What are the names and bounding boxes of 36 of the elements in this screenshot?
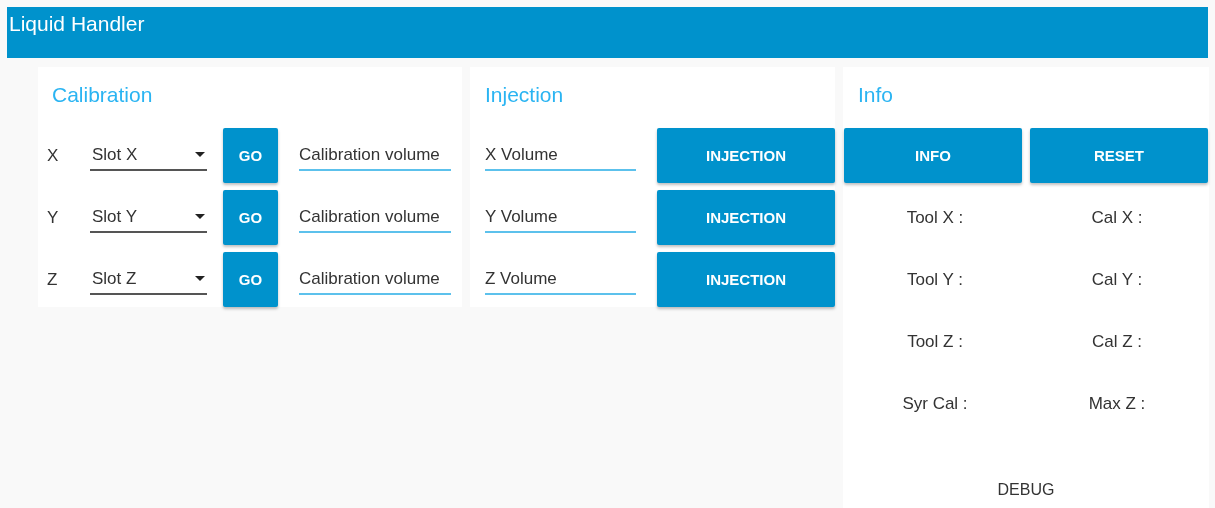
go-button[interactable]: GO — [223, 252, 278, 307]
window-title: Liquid Handler — [9, 12, 145, 35]
value-label: Syr Cal : — [902, 394, 968, 414]
slot-dropdown[interactable]: Slot Z — [90, 264, 207, 295]
volume-field[interactable]: Z Volume — [485, 264, 636, 295]
axis-label: Z — [47, 269, 59, 290]
volume-field[interactable]: Calibration volume — [299, 264, 451, 295]
injection-button[interactable]: INJECTION — [657, 190, 835, 245]
info-button[interactable]: INFO — [844, 128, 1022, 183]
go-button[interactable]: GO — [223, 128, 278, 183]
value-label: Tool Y : — [906, 270, 964, 290]
debug-button[interactable]: DEBUG — [989, 479, 1063, 501]
axis-label: Y — [47, 207, 60, 228]
volume-field[interactable]: Calibration volume — [299, 140, 451, 171]
volume-field[interactable]: X Volume — [485, 140, 636, 171]
injection-button[interactable]: INJECTION — [657, 128, 835, 183]
section-title: Calibration — [52, 82, 153, 108]
caret-icon — [195, 214, 205, 219]
slot-dropdown[interactable]: Slot X — [90, 140, 207, 171]
volume-field[interactable]: Y Volume — [485, 202, 636, 233]
value-label: Tool X : — [906, 208, 964, 228]
value-label: Cal Y : — [1091, 270, 1143, 290]
value-label: Cal Z : — [1091, 332, 1143, 352]
value-label: Tool Z : — [907, 332, 963, 352]
caret-icon — [195, 276, 205, 281]
injection-button[interactable]: INJECTION — [657, 252, 835, 307]
info-button[interactable]: RESET — [1030, 128, 1208, 183]
value-label: Cal X : — [1091, 208, 1143, 228]
axis-label: X — [47, 145, 60, 166]
section-title: Injection — [485, 82, 564, 108]
caret-icon — [195, 152, 205, 157]
section-title: Info — [858, 82, 894, 108]
go-button[interactable]: GO — [223, 190, 278, 245]
value-label: Max Z : — [1088, 394, 1146, 414]
slot-dropdown[interactable]: Slot Y — [90, 202, 207, 233]
volume-field[interactable]: Calibration volume — [299, 202, 451, 233]
